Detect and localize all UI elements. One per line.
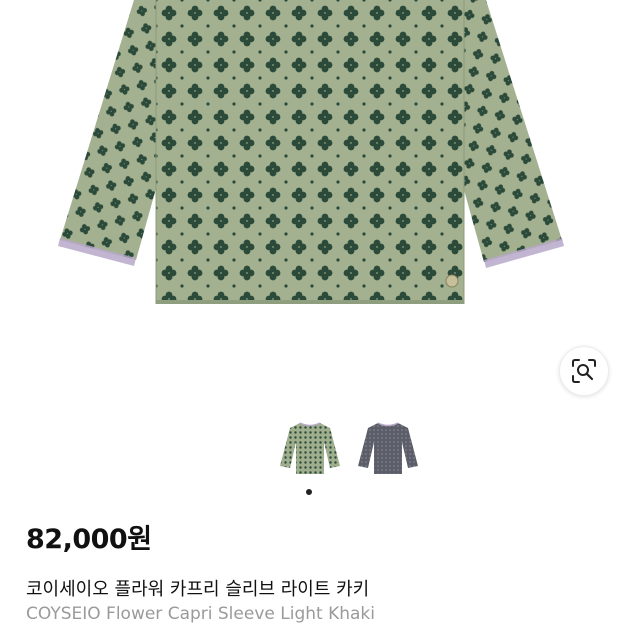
product-price: 82,000원 [26, 524, 152, 555]
lens-search-icon [572, 359, 596, 383]
shirt-body [156, 0, 464, 304]
carousel-indicator-dot[interactable] [306, 489, 312, 495]
thumbnail-grey[interactable] [356, 420, 420, 476]
logo-tag-icon [445, 274, 459, 288]
thumbnail-light-khaki[interactable] [278, 420, 342, 476]
thumb-shirt-khaki [280, 422, 340, 474]
product-title-english: COYSEIO Flower Capri Sleeve Light Khaki [26, 604, 375, 624]
product-main-image[interactable] [0, 0, 620, 330]
thumb-shirt-grey [358, 422, 418, 474]
visual-search-button[interactable] [559, 346, 609, 396]
variant-thumbnails [0, 420, 620, 476]
shirt-illustration [58, 0, 564, 304]
product-title-korean: 코이세이오 플라워 카프리 슬리브 라이트 카키 [26, 579, 370, 600]
